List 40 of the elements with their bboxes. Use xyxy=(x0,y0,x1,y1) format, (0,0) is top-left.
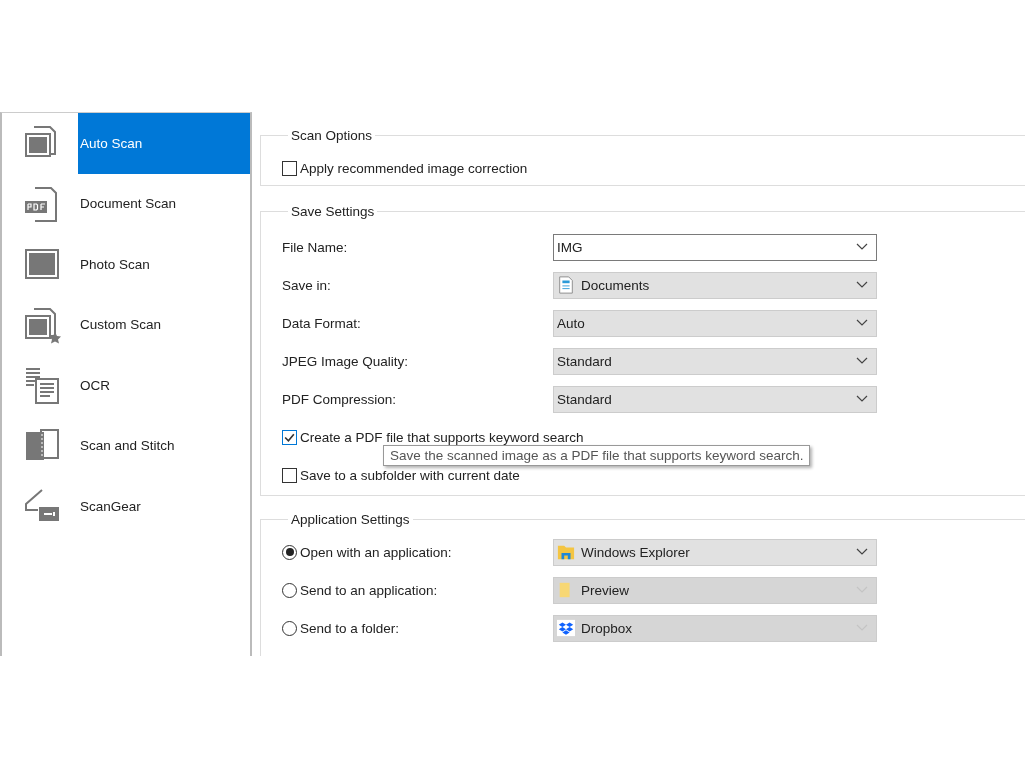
tooltip: Save the scanned image as a PDF file that supports keyword search. xyxy=(383,445,811,466)
checkbox[interactable] xyxy=(282,429,297,445)
sidebar-item[interactable]: Auto Scan xyxy=(78,113,250,174)
caret-icon xyxy=(856,281,868,289)
radio-label: Send to a folder: xyxy=(300,620,400,636)
caret-icon xyxy=(856,357,868,365)
field-label: Data Format: xyxy=(282,315,362,331)
document-icon xyxy=(557,276,575,294)
sidebar-item[interactable]: Scan and Stitch xyxy=(78,415,250,476)
checkbox[interactable] xyxy=(282,467,297,483)
dropdown[interactable]: Auto xyxy=(553,309,877,337)
field-label: Save in: xyxy=(282,277,332,293)
dropdown[interactable]: Standard xyxy=(553,385,877,413)
checkbox-label: Save to a subfolder with current date xyxy=(300,467,520,483)
folder-icon xyxy=(557,543,575,561)
caret-icon xyxy=(856,319,868,327)
group-title: Application Settings xyxy=(290,512,411,527)
field-label: File Name: xyxy=(282,239,349,255)
sidebar-item[interactable]: OCR xyxy=(78,355,250,416)
radio-label: Send to an application: xyxy=(300,582,438,598)
radio-label: Open with an application: xyxy=(300,544,452,560)
sidebar-item[interactable]: Document Scan xyxy=(78,173,250,234)
dropdown[interactable]: Documents xyxy=(553,271,877,299)
group-title: Save Settings xyxy=(290,204,376,219)
caret-icon xyxy=(856,395,868,403)
box-icon xyxy=(557,619,575,637)
dropdown[interactable]: IMG xyxy=(553,233,877,261)
sidebar-item[interactable]: Photo Scan xyxy=(78,234,250,295)
sidebar-item[interactable]: Custom Scan xyxy=(78,294,250,355)
dropdown[interactable]: Standard xyxy=(553,347,877,375)
caret-icon xyxy=(856,243,868,251)
field-label: JPEG Image Quality: xyxy=(282,353,410,369)
checkbox-label: Apply recommended image correction xyxy=(300,160,528,176)
field-label: PDF Compression: xyxy=(282,391,398,407)
checkbox-label: Create a PDF file that supports keyword search xyxy=(300,429,584,445)
sidebar-item[interactable]: ScanGear xyxy=(78,476,250,537)
caret-icon xyxy=(856,548,868,556)
group-title: Scan Options xyxy=(290,128,374,143)
checkbox[interactable] xyxy=(282,160,297,176)
dropdown[interactable]: Windows Explorer xyxy=(553,538,877,566)
